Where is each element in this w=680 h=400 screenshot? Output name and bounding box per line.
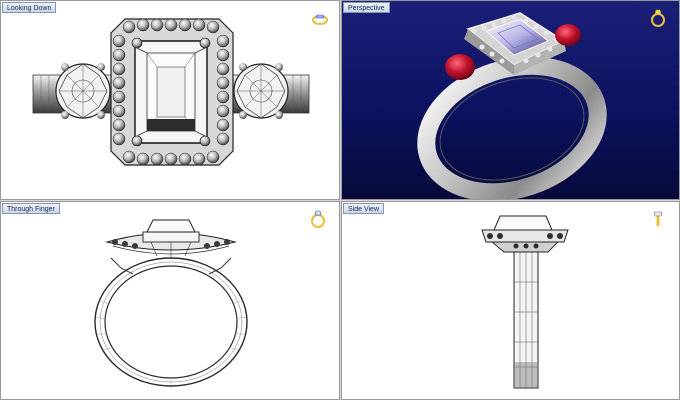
center-stone [134, 40, 208, 144]
ruby-right [555, 24, 581, 46]
ring-front-wireframe [94, 219, 248, 388]
ruby-left [445, 54, 475, 80]
ring-side-icon[interactable] [649, 208, 667, 230]
ring-perspective-icon[interactable] [649, 7, 667, 29]
viewport-side-view[interactable]: Side View [341, 201, 680, 400]
ring-top-wireframe [32, 18, 310, 166]
viewport-looking-down[interactable]: Looking Down [0, 0, 340, 200]
ring-top-icon[interactable] [311, 9, 329, 31]
ring-side-wireframe [481, 215, 569, 389]
viewport-through-finger[interactable]: Through Finger [0, 201, 340, 400]
viewport-title[interactable]: Perspective [343, 2, 390, 13]
side-stone-left [55, 63, 111, 119]
ring-perspective-render [417, 12, 607, 199]
viewport-perspective[interactable]: Perspective [341, 0, 680, 200]
viewport-title[interactable]: Through Finger [2, 203, 60, 214]
viewport-title[interactable]: Side View [343, 203, 385, 214]
ring-front-icon[interactable] [309, 208, 327, 230]
viewport-grid: Looking Down Perspective Through Finger … [0, 0, 680, 400]
viewport-title[interactable]: Looking Down [2, 2, 57, 13]
side-stone-right [233, 63, 289, 119]
